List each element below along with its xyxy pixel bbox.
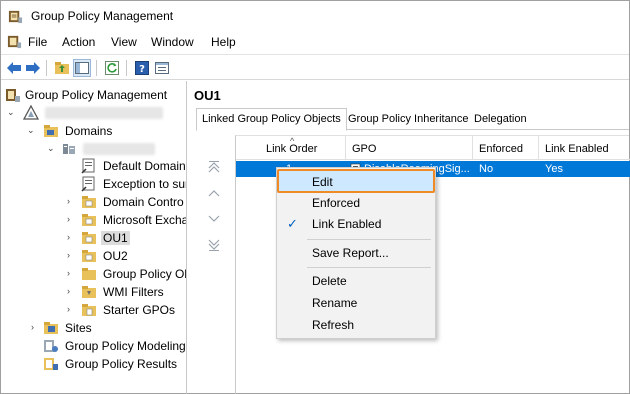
menu-file[interactable]: File bbox=[28, 35, 47, 49]
tree-ou2[interactable]: › OU2 bbox=[5, 247, 186, 265]
menu-window[interactable]: Window bbox=[151, 35, 194, 49]
cell-enforced: No bbox=[479, 163, 494, 175]
chevron-right-icon[interactable]: › bbox=[67, 195, 77, 207]
window-title: Group Policy Management bbox=[31, 9, 174, 23]
tab-strip: Linked Group Policy Objects Group Policy… bbox=[196, 108, 629, 131]
sites-icon bbox=[44, 322, 58, 334]
link-order-buttons bbox=[205, 161, 225, 261]
tree-domain-controllers[interactable]: › Domain Contro bbox=[5, 193, 186, 211]
gpo-link-icon bbox=[81, 158, 95, 174]
tree-ou1[interactable]: › OU1 bbox=[5, 229, 186, 247]
menu-item-save-report[interactable]: Save Report... bbox=[277, 242, 435, 264]
tree-sites[interactable]: › Sites bbox=[5, 319, 185, 337]
forward-arrow-icon[interactable] bbox=[24, 59, 42, 77]
chevron-right-icon[interactable]: › bbox=[67, 303, 77, 315]
ou-folder-icon bbox=[82, 196, 96, 208]
menu-action[interactable]: Action bbox=[62, 35, 95, 49]
menu-view[interactable]: View bbox=[111, 35, 137, 49]
console-tree: Group Policy Management ⌄ ⌄ Domains ⌄ De… bbox=[1, 81, 187, 394]
chevron-down-icon[interactable]: ⌄ bbox=[27, 124, 37, 136]
menu-help[interactable]: Help bbox=[211, 35, 236, 49]
back-arrow-icon[interactable] bbox=[5, 59, 23, 77]
help-icon[interactable]: ? bbox=[133, 59, 151, 77]
chevron-right-icon[interactable]: › bbox=[67, 213, 77, 225]
domains-folder-icon bbox=[44, 125, 58, 137]
menu-bar: File Action View Window Help bbox=[1, 31, 629, 53]
tree-group-policy-results[interactable]: Group Policy Results bbox=[5, 355, 186, 373]
show-hide-tree-icon[interactable] bbox=[73, 59, 91, 77]
tree-forest[interactable]: ⌄ bbox=[5, 104, 185, 122]
checkmark-icon: ✓ bbox=[287, 216, 298, 231]
move-down-icon[interactable] bbox=[207, 211, 221, 225]
move-to-top-icon[interactable] bbox=[207, 161, 221, 175]
chevron-down-icon[interactable]: ⌄ bbox=[7, 106, 17, 118]
tree-default-domain-policy[interactable]: Default Domain bbox=[5, 157, 186, 175]
menu-item-delete[interactable]: Delete bbox=[277, 270, 435, 292]
tree-wmi-filters[interactable]: › WMI Filters bbox=[5, 283, 186, 301]
modeling-icon bbox=[44, 340, 58, 352]
gpo-folder-icon bbox=[82, 268, 96, 280]
gpo-link-icon bbox=[81, 176, 95, 192]
gpm-app-icon bbox=[8, 10, 23, 24]
ou-folder-icon bbox=[82, 214, 96, 226]
menu-item-enforced[interactable]: Enforced bbox=[277, 192, 435, 214]
chevron-down-icon[interactable]: ⌄ bbox=[47, 142, 57, 154]
gpm-root-icon bbox=[6, 89, 20, 102]
col-link-enabled[interactable]: Link Enabled bbox=[539, 136, 630, 160]
title-bar: Group Policy Management bbox=[1, 1, 629, 31]
menu-item-rename[interactable]: Rename bbox=[277, 292, 435, 314]
tab-linked-gpos[interactable]: Linked Group Policy Objects bbox=[196, 108, 347, 131]
page-title: OU1 bbox=[194, 88, 221, 103]
chevron-right-icon[interactable]: › bbox=[67, 267, 77, 279]
tree-root[interactable]: Group Policy Management bbox=[5, 86, 185, 104]
col-link-order[interactable]: Link Order bbox=[236, 136, 346, 160]
move-to-bottom-icon[interactable] bbox=[207, 237, 221, 251]
system-menu-icon[interactable] bbox=[7, 34, 22, 49]
menu-separator bbox=[307, 267, 431, 268]
tree-group-policy-objects[interactable]: › Group Policy Ol bbox=[5, 265, 186, 283]
properties-icon[interactable] bbox=[153, 59, 171, 77]
tree-domains[interactable]: ⌄ Domains bbox=[5, 122, 185, 140]
table-header: ^ Link Order GPO Enforced Link Enabled bbox=[236, 136, 630, 160]
redacted-forest-name bbox=[45, 107, 163, 119]
col-enforced[interactable]: Enforced bbox=[473, 136, 539, 160]
tab-delegation[interactable]: Delegation bbox=[468, 108, 533, 130]
move-up-icon[interactable] bbox=[207, 187, 221, 201]
domain-icon bbox=[63, 144, 75, 154]
edit-callout-highlight bbox=[277, 169, 435, 193]
col-gpo[interactable]: GPO bbox=[346, 136, 473, 160]
ou-folder-icon bbox=[82, 232, 96, 244]
wmi-folder-icon bbox=[82, 286, 96, 298]
tree-starter-gpos[interactable]: › Starter GPOs bbox=[5, 301, 186, 319]
chevron-right-icon[interactable]: › bbox=[67, 249, 77, 261]
chevron-right-icon[interactable]: › bbox=[67, 231, 77, 243]
menu-item-refresh[interactable]: Refresh bbox=[277, 314, 435, 336]
redacted-domain-name bbox=[83, 143, 155, 155]
results-icon bbox=[44, 358, 58, 370]
chevron-right-icon[interactable]: › bbox=[67, 285, 77, 297]
ou-folder-icon bbox=[82, 250, 96, 262]
forest-icon bbox=[23, 105, 39, 120]
tree-microsoft-exchange[interactable]: › Microsoft Excha bbox=[5, 211, 186, 229]
starter-gpos-folder-icon bbox=[82, 304, 96, 316]
tab-inheritance[interactable]: Group Policy Inheritance bbox=[342, 108, 474, 130]
refresh-icon[interactable] bbox=[103, 59, 121, 77]
tree-group-policy-modeling[interactable]: Group Policy Modeling bbox=[5, 337, 186, 355]
svg-text:?: ? bbox=[139, 64, 145, 75]
gpm-window: Group Policy Management File Action View… bbox=[0, 0, 630, 394]
menu-item-link-enabled[interactable]: ✓ Link Enabled bbox=[277, 213, 435, 235]
tree-exception[interactable]: Exception to sur bbox=[5, 175, 186, 193]
up-folder-icon[interactable] bbox=[53, 59, 71, 77]
tree-domain[interactable]: ⌄ bbox=[5, 140, 185, 158]
chevron-right-icon[interactable]: › bbox=[31, 321, 41, 333]
menu-separator bbox=[307, 239, 431, 240]
toolbar: ? bbox=[1, 54, 629, 80]
cell-link-enabled: Yes bbox=[545, 163, 563, 175]
